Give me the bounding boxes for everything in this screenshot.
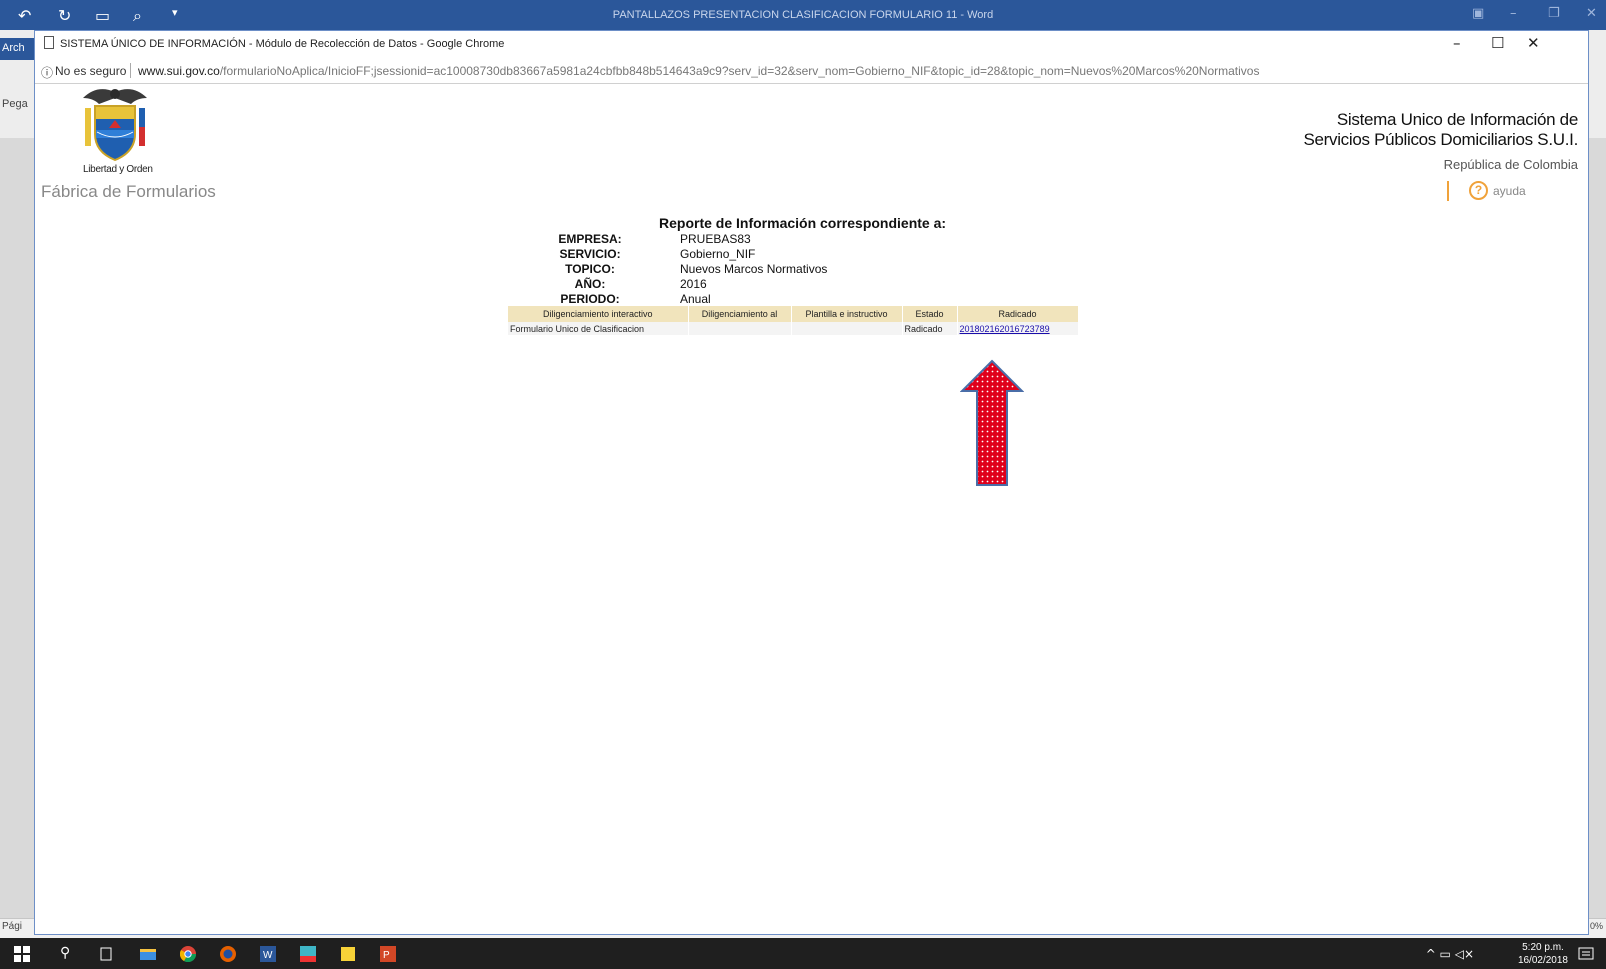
word-minimize-icon[interactable]: – bbox=[1510, 6, 1517, 21]
word-icon[interactable]: W bbox=[260, 946, 276, 962]
word-ribbon-right bbox=[1589, 30, 1606, 138]
column-header: Radicado bbox=[957, 306, 1079, 322]
red-arrow-annotation bbox=[960, 359, 1024, 486]
chrome-window-title: SISTEMA ÚNICO DE INFORMACIÓN - Módulo de… bbox=[60, 38, 505, 50]
word-file-tab[interactable]: Arch bbox=[0, 38, 34, 60]
field-label: SERVICIO: bbox=[559, 247, 621, 261]
report-title: Reporte de Información correspondiente a… bbox=[659, 215, 947, 231]
help-link[interactable]: ayuda bbox=[1493, 184, 1526, 198]
address-bar[interactable]: ⓘ No es seguro www.sui.gov.co/formulario… bbox=[35, 58, 1588, 84]
table-cell bbox=[791, 322, 903, 335]
status-cell: Radicado bbox=[902, 322, 958, 335]
security-status[interactable]: No es seguro bbox=[55, 64, 126, 78]
field-label: TOPICO: bbox=[565, 262, 615, 276]
word-paste-button[interactable]: Pega bbox=[2, 98, 28, 110]
clock-date: 16/02/2018 bbox=[1517, 955, 1568, 966]
form-name-cell: Formulario Unico de Clasificacion bbox=[508, 322, 689, 335]
file-explorer-icon[interactable] bbox=[140, 946, 156, 962]
svg-text:W: W bbox=[263, 950, 273, 961]
radicado-cell: 201802162016723789 bbox=[957, 322, 1079, 335]
app-icon[interactable] bbox=[300, 946, 316, 962]
coat-of-arms-logo bbox=[83, 89, 147, 162]
field-value: PRUEBAS83 bbox=[680, 232, 751, 246]
word-page-indicator[interactable]: Pági bbox=[2, 921, 22, 932]
info-icon[interactable]: ⓘ bbox=[41, 64, 53, 81]
word-document-area-right bbox=[1589, 138, 1606, 918]
word-window-title: PANTALLAZOS PRESENTACION CLASIFICACION F… bbox=[612, 9, 994, 21]
web-page: Libertad y Orden Fábrica de Formularios … bbox=[35, 84, 1588, 934]
table-cell bbox=[688, 322, 792, 335]
sui-title: Sistema Unico de Información de Servicio… bbox=[1303, 110, 1578, 150]
word-restore-icon[interactable]: ❐ bbox=[1548, 6, 1560, 21]
sticky-notes-icon[interactable] bbox=[340, 946, 356, 962]
url-host: www.sui.gov.co bbox=[138, 64, 220, 78]
windows-taskbar: ⚲ W P ^ ▭ ◁× 5:20 p.m. 16/02/2018 bbox=[0, 938, 1606, 969]
table-row: Formulario Unico de Clasificacion Radica… bbox=[508, 322, 1079, 335]
chrome-icon[interactable] bbox=[180, 946, 196, 962]
sui-title-line1: Sistema Unico de Información de bbox=[1336, 110, 1578, 129]
sui-title-line2: Servicios Públicos Domiciliarios S.U.I. bbox=[1303, 130, 1578, 149]
field-label: AÑO: bbox=[574, 277, 606, 291]
ribbon-display-icon[interactable]: ▣ bbox=[1472, 6, 1484, 21]
column-header: Diligenciamiento interactivo bbox=[508, 306, 689, 322]
table-header-row: Diligenciamiento interactivo Diligenciam… bbox=[508, 306, 1079, 322]
field-value: Nuevos Marcos Normativos bbox=[680, 262, 828, 276]
address-separator bbox=[130, 63, 131, 78]
app-name: Fábrica de Formularios bbox=[41, 182, 216, 201]
word-close-icon[interactable]: ✕ bbox=[1586, 6, 1597, 21]
field-value: Anual bbox=[680, 292, 711, 306]
help-icon[interactable]: ? bbox=[1469, 181, 1488, 200]
field-label: PERIODO: bbox=[560, 292, 620, 306]
chrome-title-bar: SISTEMA ÚNICO DE INFORMACIÓN - Módulo de… bbox=[35, 31, 1588, 58]
column-header: Estado bbox=[902, 306, 958, 322]
url-text[interactable]: www.sui.gov.co/formularioNoAplica/Inicio… bbox=[138, 64, 1259, 78]
taskbar-clock[interactable]: 5:20 p.m. 16/02/2018 bbox=[1518, 941, 1568, 967]
word-title-bar: ↶ ↻ ▭ ⌕ ▾ PANTALLAZOS PRESENTACION CLASI… bbox=[0, 0, 1606, 30]
help-divider bbox=[1447, 181, 1449, 201]
country-label: República de Colombia bbox=[1443, 157, 1578, 172]
powerpoint-icon[interactable]: P bbox=[380, 946, 396, 962]
close-button[interactable]: ✕ bbox=[1527, 34, 1540, 52]
windows-start-icon[interactable] bbox=[14, 946, 30, 962]
crest-caption: Libertad y Orden bbox=[83, 164, 153, 175]
clock-time: 5:20 p.m. bbox=[1522, 942, 1564, 953]
field-value: Gobierno_NIF bbox=[680, 247, 756, 261]
page-icon bbox=[44, 36, 54, 49]
system-tray-icons[interactable]: ^ ▭ ◁× bbox=[1426, 947, 1474, 961]
column-header: Diligenciamiento al bbox=[688, 306, 792, 322]
svg-text:P: P bbox=[383, 950, 390, 961]
column-header: Plantilla e instructivo bbox=[791, 306, 903, 322]
minimize-button[interactable]: – bbox=[1453, 34, 1461, 52]
notifications-icon[interactable] bbox=[1578, 946, 1594, 962]
search-icon[interactable]: ⚲ bbox=[60, 944, 76, 960]
word-document-area-left bbox=[0, 138, 34, 918]
radicado-link[interactable]: 201802162016723789 bbox=[960, 324, 1050, 334]
report-table: Diligenciamiento interactivo Diligenciam… bbox=[508, 306, 1079, 335]
maximize-button[interactable]: ☐ bbox=[1491, 34, 1504, 52]
field-value: 2016 bbox=[680, 277, 707, 291]
word-zoom-level[interactable]: 0% bbox=[1590, 921, 1603, 931]
url-path: /formularioNoAplica/InicioFF;jsessionid=… bbox=[219, 64, 1260, 78]
chrome-window: SISTEMA ÚNICO DE INFORMACIÓN - Módulo de… bbox=[34, 30, 1589, 935]
field-label: EMPRESA: bbox=[558, 232, 622, 246]
task-view-icon[interactable] bbox=[98, 946, 114, 962]
firefox-icon[interactable] bbox=[220, 946, 236, 962]
